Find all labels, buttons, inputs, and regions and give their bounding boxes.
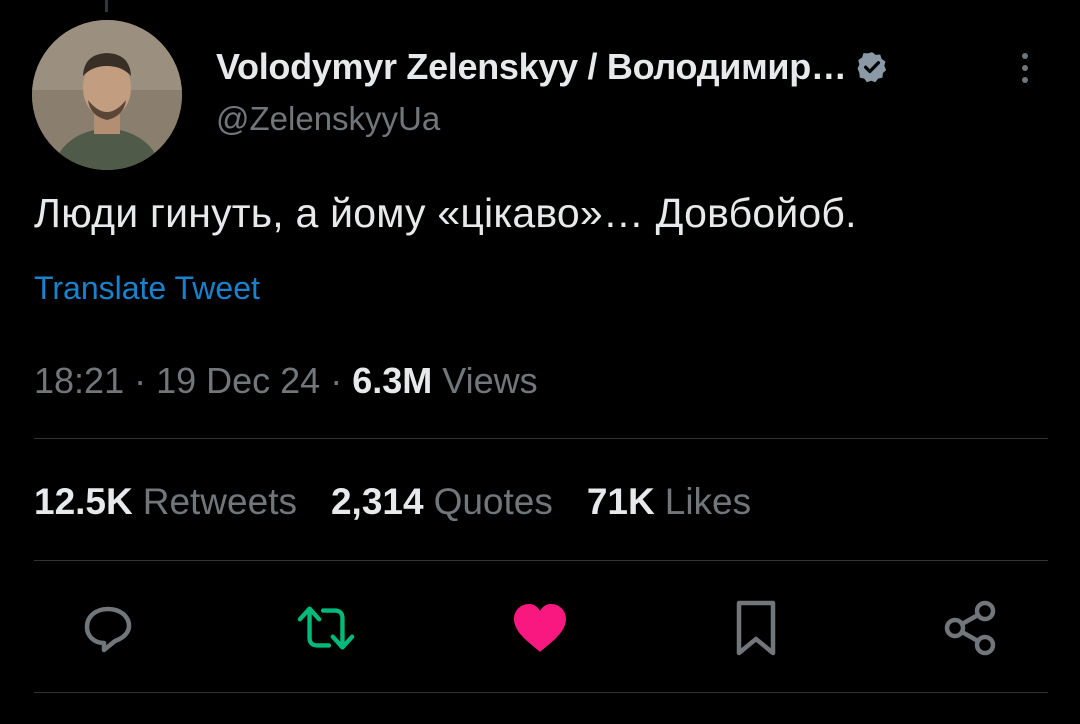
retweet-icon [297, 606, 355, 650]
action-bar [0, 598, 1080, 658]
avatar[interactable] [32, 20, 182, 170]
share-button[interactable] [940, 598, 1000, 658]
tweet-date[interactable]: 19 Dec 24 [156, 360, 320, 401]
likes-count: 71K [586, 481, 655, 522]
likes-label: Likes [664, 481, 752, 522]
views-count: 6.3M [352, 360, 433, 401]
engagement-stats: 12.5K Retweets 2,314 Quotes 71K Likes [34, 481, 751, 523]
bookmark-button[interactable] [726, 598, 786, 658]
tweet-metadata: 18:21 · 19 Dec 24 · 6.3M Views [34, 360, 538, 402]
like-icon [514, 604, 566, 652]
share-icon [944, 600, 996, 656]
bookmark-icon [736, 600, 776, 656]
verified-badge-icon[interactable] [855, 50, 889, 84]
retweets-label: Retweets [142, 481, 297, 522]
more-options-icon[interactable] [1010, 48, 1040, 88]
name-row: Volodymyr Zelenskyy / Володимир… [216, 46, 889, 88]
quotes-count: 2,314 [330, 481, 424, 522]
retweets-count: 12.5K [34, 481, 133, 522]
divider [34, 438, 1048, 439]
tweet-time[interactable]: 18:21 [34, 360, 124, 401]
quotes-stat[interactable]: 2,314 Quotes [331, 481, 553, 523]
separator: · [124, 360, 157, 401]
views-label: Views [442, 360, 538, 401]
retweet-button[interactable] [296, 598, 356, 658]
separator: · [320, 360, 353, 401]
retweets-stat[interactable]: 12.5K Retweets [34, 481, 297, 523]
divider [34, 692, 1048, 693]
tweet-text: Люди гинуть, а йому «цікаво»… Довбойоб. [34, 190, 857, 236]
thread-connector-line [105, 0, 108, 12]
divider [34, 560, 1048, 561]
translate-tweet-link[interactable]: Translate Tweet [34, 270, 260, 307]
user-handle[interactable]: @ZelenskyyUa [216, 100, 440, 138]
display-name[interactable]: Volodymyr Zelenskyy / Володимир… [216, 46, 847, 88]
tweet-header: Volodymyr Zelenskyy / Володимир… @Zelens… [32, 20, 1052, 170]
reply-icon [84, 606, 132, 653]
reply-button[interactable] [78, 598, 138, 658]
avatar-image [32, 20, 182, 170]
like-button[interactable] [510, 598, 570, 658]
quotes-label: Quotes [433, 481, 553, 522]
likes-stat[interactable]: 71K Likes [587, 481, 751, 523]
